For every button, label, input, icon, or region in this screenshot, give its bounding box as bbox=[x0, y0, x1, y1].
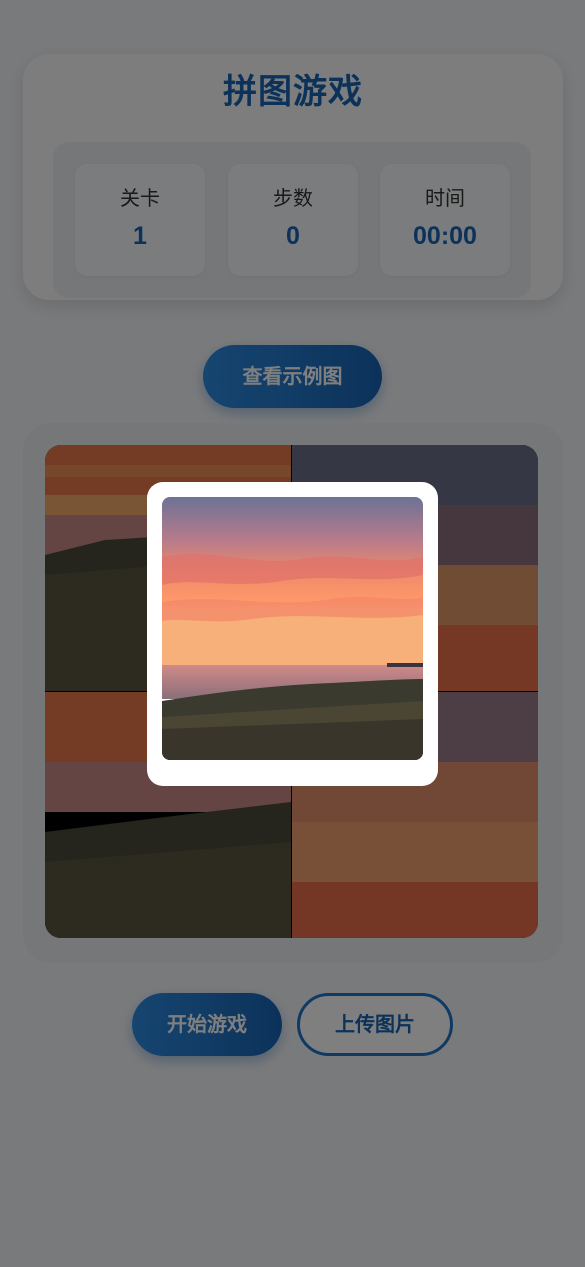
example-image bbox=[162, 497, 423, 760]
example-image-modal bbox=[147, 482, 438, 786]
